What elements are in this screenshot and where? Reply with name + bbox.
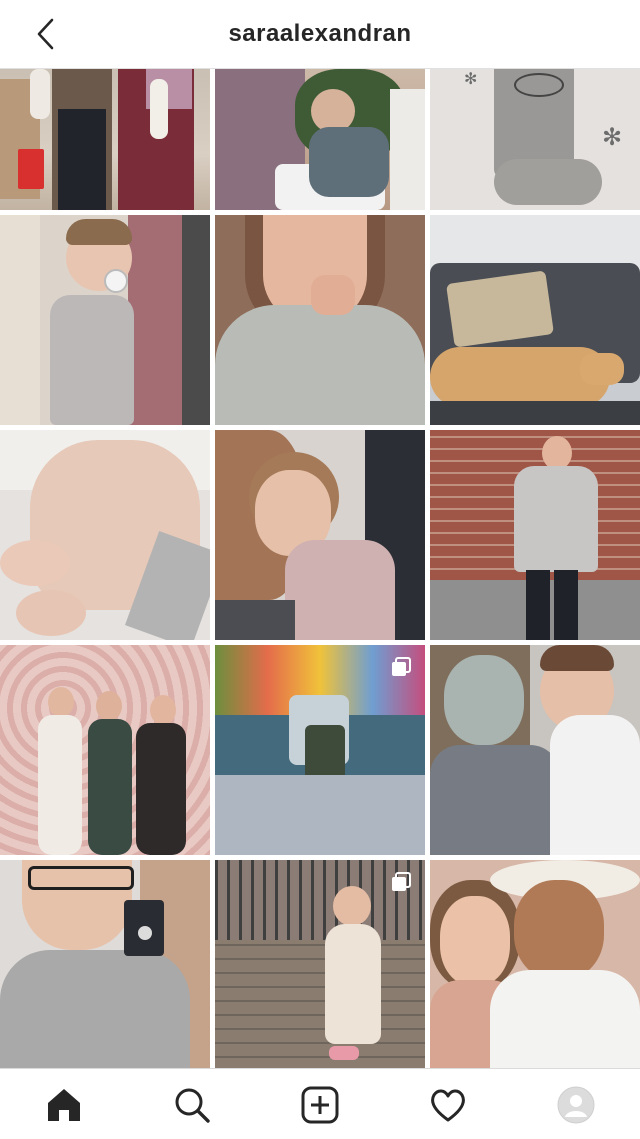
multiple-posts-icon [392, 657, 411, 676]
post-image [430, 860, 640, 1068]
heart-icon [431, 1089, 465, 1122]
post-image [215, 430, 425, 640]
post-thumbnail[interactable] [0, 430, 210, 640]
post-image [430, 215, 640, 425]
multiple-posts-icon [392, 872, 411, 891]
post-thumbnail[interactable] [0, 645, 210, 855]
post-thumbnail[interactable] [430, 430, 640, 640]
post-image [0, 860, 210, 1068]
post-image: ✻ ✻ [430, 69, 640, 210]
post-thumbnail[interactable] [430, 860, 640, 1068]
post-image [0, 69, 210, 210]
post-image [0, 430, 210, 640]
post-thumbnail[interactable] [430, 645, 640, 855]
profile-header: saraalexandran [0, 0, 640, 69]
post-thumbnail[interactable] [215, 215, 425, 425]
tab-search[interactable] [168, 1083, 216, 1127]
post-image [430, 430, 640, 640]
tab-home[interactable] [40, 1083, 88, 1127]
post-thumbnail[interactable] [215, 645, 425, 855]
post-image [430, 645, 640, 855]
post-thumbnail[interactable] [215, 69, 425, 210]
post-thumbnail[interactable] [215, 430, 425, 640]
search-icon [175, 1088, 210, 1123]
post-thumbnail[interactable] [0, 69, 210, 210]
post-thumbnail[interactable] [0, 215, 210, 425]
tab-create[interactable] [296, 1083, 344, 1127]
home-icon [48, 1089, 80, 1121]
post-grid: ✻ ✻ [0, 69, 640, 1068]
post-thumbnail[interactable] [0, 860, 210, 1068]
tab-profile[interactable] [552, 1083, 600, 1127]
plus-square-icon [301, 1086, 339, 1124]
post-image [215, 215, 425, 425]
tab-activity[interactable] [424, 1083, 472, 1127]
bottom-tab-bar [0, 1068, 640, 1139]
avatar-icon [557, 1086, 595, 1124]
post-thumbnail[interactable]: ✻ ✻ [430, 69, 640, 210]
post-thumbnail[interactable] [215, 860, 425, 1068]
profile-username: saraalexandran [228, 20, 412, 47]
post-image [0, 645, 210, 855]
post-image [215, 69, 425, 210]
post-thumbnail[interactable] [430, 215, 640, 425]
post-image [0, 215, 210, 425]
